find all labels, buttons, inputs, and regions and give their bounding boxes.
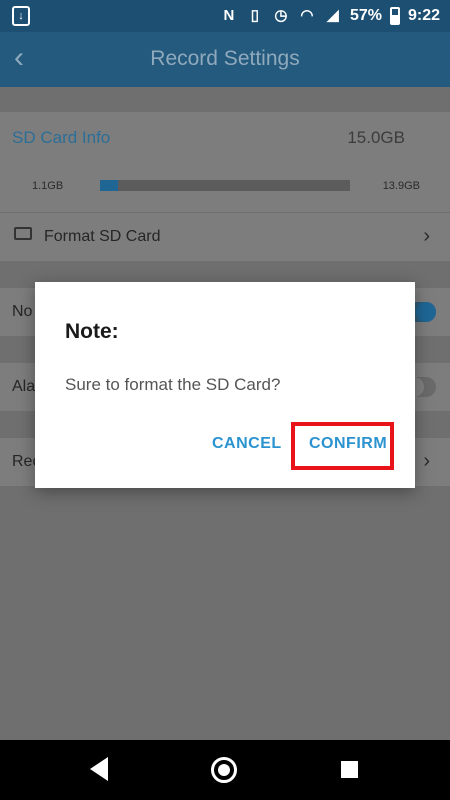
format-confirm-dialog: Note: Sure to format the SD Card? CANCEL… bbox=[35, 282, 415, 488]
nav-recents-icon[interactable] bbox=[341, 761, 358, 778]
toggle-knob bbox=[416, 302, 436, 322]
sd-card-info-card: SD Card Info 15.0GB 1.1GB 13.9GB bbox=[0, 112, 450, 212]
nfc-icon: N bbox=[223, 7, 235, 24]
screenshot-icon: ↓ bbox=[12, 6, 30, 26]
sd-card-icon bbox=[14, 227, 32, 240]
nav-back-icon[interactable] bbox=[90, 757, 108, 781]
sd-card-total: 15.0GB bbox=[347, 128, 405, 147]
sd-card-title: SD Card Info bbox=[12, 128, 111, 147]
chevron-right-icon: › bbox=[423, 450, 430, 472]
status-bar: ↓ N ▯ ◷ ◠ ◢ 57% 9:22 bbox=[0, 0, 450, 32]
alarm-icon: ◷ bbox=[274, 7, 288, 24]
battery-icon bbox=[389, 7, 400, 25]
signal-icon: ◢ bbox=[327, 7, 339, 24]
nav-home-icon[interactable] bbox=[211, 757, 237, 783]
page-title: Record Settings bbox=[150, 47, 300, 70]
settings-row-1-label: No bbox=[12, 303, 33, 320]
storage-bar-fill bbox=[100, 180, 118, 191]
wifi-icon: ◠ bbox=[300, 7, 314, 24]
format-sd-card-label: Format SD Card bbox=[44, 228, 161, 245]
vibrate-icon: ▯ bbox=[250, 7, 260, 24]
confirm-button[interactable]: CONFIRM bbox=[309, 435, 387, 453]
settings-row-2-label: Ala bbox=[12, 378, 36, 395]
chevron-right-icon: › bbox=[423, 225, 430, 247]
app-bar: ‹ Record Settings bbox=[0, 32, 450, 87]
storage-bar bbox=[100, 180, 350, 191]
cancel-button[interactable]: CANCEL bbox=[212, 435, 282, 453]
navigation-bar bbox=[0, 740, 450, 800]
format-sd-card-row[interactable]: Format SD Card › bbox=[0, 213, 450, 261]
sd-card-used: 1.1GB bbox=[32, 180, 64, 192]
clock: 9:22 bbox=[407, 7, 440, 24]
dialog-title: Note: bbox=[65, 320, 119, 343]
battery-percent: 57% bbox=[349, 7, 382, 24]
sd-card-free: 13.9GB bbox=[382, 180, 420, 192]
dialog-message: Sure to format the SD Card? bbox=[65, 375, 281, 394]
status-icons: N ▯ ◷ ◠ ◢ 57% 9:22 bbox=[220, 0, 440, 32]
